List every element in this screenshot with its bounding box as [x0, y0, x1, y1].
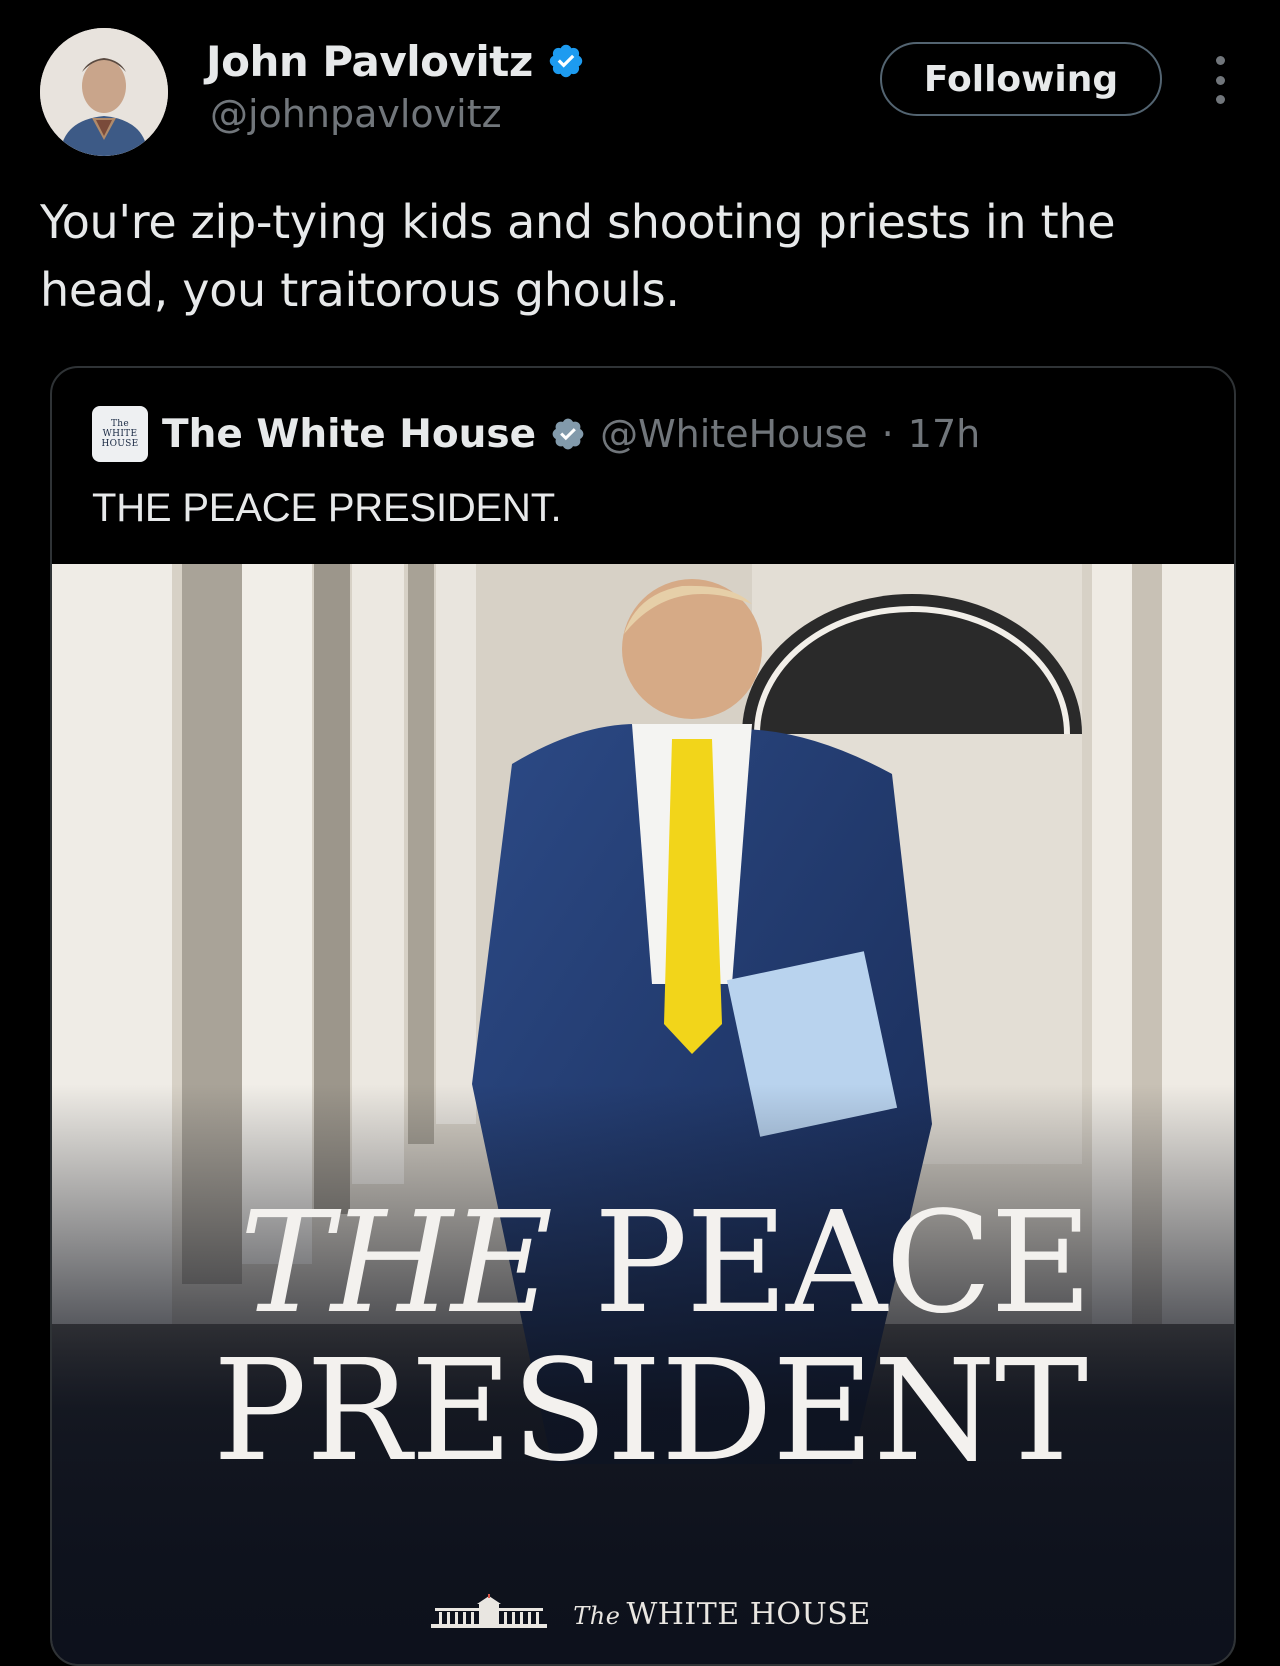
poster-word-peace: PEACE — [593, 1182, 1093, 1345]
more-dot — [1215, 95, 1225, 104]
author-avatar[interactable] — [40, 28, 168, 156]
quoted-tweet-image[interactable]: THE PEACE PRESIDENT The WHITE HOUSE — [52, 564, 1234, 1664]
author-name-row: John Pavlovitz — [206, 36, 585, 86]
more-vertical-icon[interactable] — [1200, 56, 1240, 104]
verified-badge-icon — [550, 416, 586, 452]
poster-footer-the: The — [573, 1601, 621, 1630]
tweet-text: You're zip-tying kids and shooting pries… — [40, 195, 1116, 317]
logo-line: WHITE — [102, 429, 138, 439]
quoted-author-handle[interactable]: @WhiteHouse — [600, 412, 868, 456]
author-handle[interactable]: @johnpavlovitz — [210, 92, 502, 136]
more-dot — [1215, 56, 1225, 65]
poster-title: THE PEACE PRESIDENT — [52, 1194, 1234, 1493]
tweet-post: John Pavlovitz @johnpavlovitz Following … — [0, 0, 1280, 1666]
following-button[interactable]: Following — [880, 42, 1162, 116]
logo-line: The — [110, 419, 130, 429]
quoted-author-name[interactable]: The White House — [162, 412, 536, 457]
more-dot — [1215, 75, 1225, 85]
quoted-tweet-header: The WHITE HOUSE The White House @WhiteHo… — [92, 406, 980, 462]
white-house-logo-avatar[interactable]: The WHITE HOUSE — [92, 406, 148, 462]
white-house-building-icon — [429, 1594, 549, 1634]
poster-footer: The WHITE HOUSE — [52, 1594, 1234, 1634]
colonnade-photo — [52, 564, 1234, 1664]
poster-title-line-1: THE PEACE — [52, 1194, 1234, 1334]
quoted-tweet-timestamp[interactable]: 17h — [908, 412, 980, 456]
poster-footer-white-house: WHITE HOUSE — [626, 1596, 871, 1632]
author-name[interactable]: John Pavlovitz — [206, 37, 533, 86]
poster-footer-text: The WHITE HOUSE — [573, 1597, 870, 1632]
quoted-tweet-text: THE PEACE PRESIDENT. — [92, 486, 562, 530]
poster-title-line-2: PRESIDENT — [212, 1330, 1088, 1493]
logo-line: HOUSE — [101, 439, 139, 449]
poster-word-the: THE — [239, 1182, 553, 1345]
quoted-tweet-card[interactable]: The WHITE HOUSE The White House @WhiteHo… — [50, 366, 1236, 1666]
separator-dot: · — [881, 412, 894, 456]
avatar-photo — [40, 28, 168, 156]
verified-badge-icon — [547, 42, 585, 80]
